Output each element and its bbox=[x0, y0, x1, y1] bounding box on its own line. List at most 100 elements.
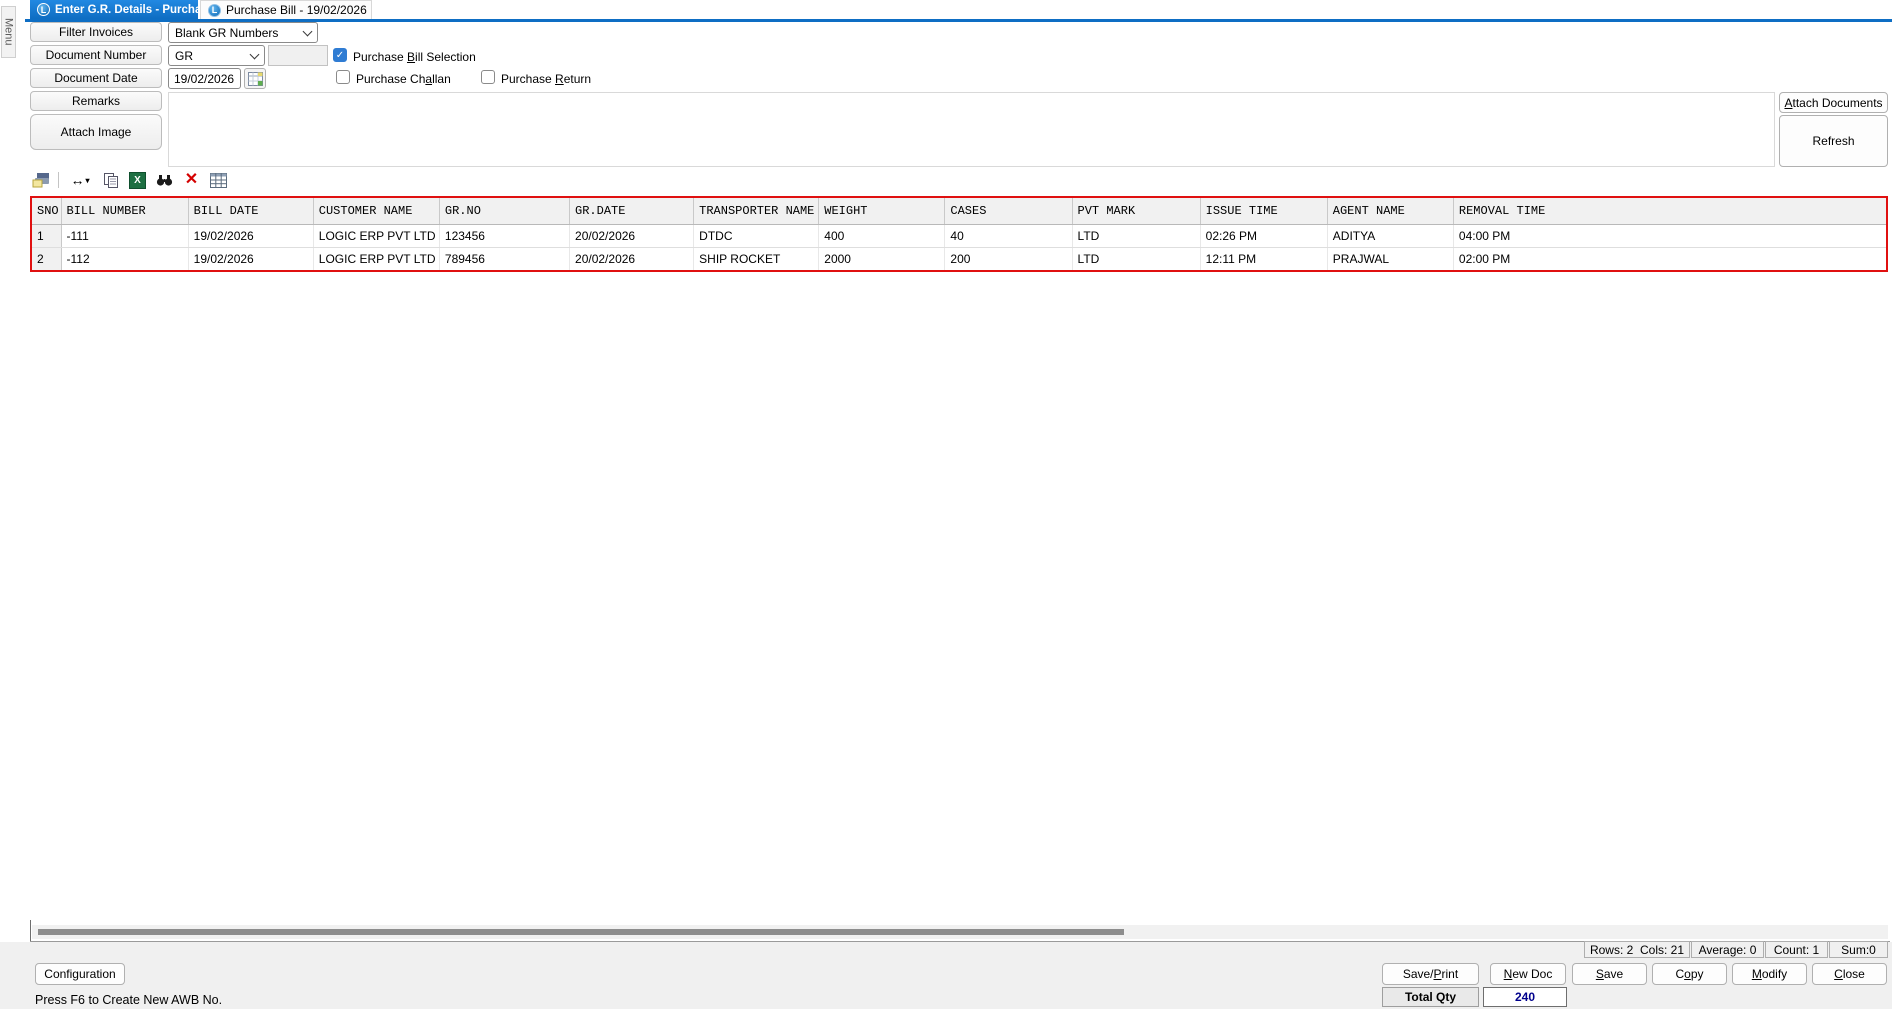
column-header-gr-no[interactable]: GR.NO bbox=[439, 197, 571, 225]
cell-gr-date[interactable]: 20/02/2026 bbox=[569, 247, 695, 271]
scrollbar-thumb[interactable] bbox=[38, 929, 1124, 935]
purchase-return-label: Purchase Return bbox=[501, 72, 592, 86]
delete-row-icon[interactable]: ✕ bbox=[182, 171, 201, 189]
cell-agent-name[interactable]: PRAJWAL bbox=[1327, 247, 1454, 271]
refresh-button[interactable]: Refresh bbox=[1779, 115, 1888, 167]
excel-export-icon[interactable]: X bbox=[128, 171, 147, 189]
column-header-bill-date[interactable]: BILL DATE bbox=[188, 197, 314, 225]
cell-bill-date[interactable]: 19/02/2026 bbox=[188, 224, 314, 248]
check-icon: ✓ bbox=[335, 49, 345, 61]
cell-gr-no[interactable]: 123456 bbox=[439, 224, 571, 248]
document-date-input[interactable] bbox=[168, 68, 241, 89]
cell-transporter-name[interactable]: DTDC bbox=[693, 224, 820, 248]
table-row: 2 -112 19/02/2026 LOGIC ERP PVT LTD 7894… bbox=[31, 247, 1887, 271]
horizontal-scrollbar[interactable] bbox=[32, 925, 1888, 939]
grid-columns-icon[interactable] bbox=[209, 171, 228, 189]
new-doc-button[interactable]: New Doc bbox=[1490, 963, 1566, 985]
cell-gr-date[interactable]: 20/02/2026 bbox=[569, 224, 695, 248]
tab-enter-gr-details[interactable]: L Enter G.R. Details - Purchase ✕ bbox=[30, 0, 198, 19]
column-header-cases[interactable]: CASES bbox=[944, 197, 1073, 225]
configuration-button[interactable]: Configuration bbox=[35, 963, 125, 985]
cell-cases[interactable]: 40 bbox=[944, 224, 1073, 248]
cell-removal-time[interactable]: 04:00 PM bbox=[1453, 224, 1887, 248]
status-sum: Sum:0 bbox=[1829, 941, 1888, 958]
column-header-weight[interactable]: WEIGHT bbox=[818, 197, 946, 225]
cell-weight[interactable]: 2000 bbox=[818, 247, 946, 271]
cell-pvt-mark[interactable]: LTD bbox=[1072, 224, 1201, 248]
purchase-challan-label: Purchase Challan bbox=[356, 72, 451, 86]
cell-bill-date[interactable]: 19/02/2026 bbox=[188, 247, 314, 271]
document-number-value: GR bbox=[175, 48, 193, 63]
cell-customer-name[interactable]: LOGIC ERP PVT LTD bbox=[313, 247, 440, 271]
tab-bar: L Enter G.R. Details - Purchase ✕ L Purc… bbox=[0, 0, 1892, 19]
total-qty-label: Total Qty bbox=[1382, 987, 1479, 1007]
calendar-button[interactable] bbox=[244, 68, 266, 89]
tab-title: Enter G.R. Details - Purchase bbox=[55, 3, 198, 16]
cell-agent-name[interactable]: ADITYA bbox=[1327, 224, 1454, 248]
calendar-icon bbox=[247, 71, 263, 86]
status-rows-cols: Rows: 2 Cols: 21 bbox=[1584, 941, 1690, 958]
tab-purchase-bill[interactable]: L Purchase Bill - 19/02/2026 ... bbox=[200, 0, 372, 19]
status-count: Count: 1 bbox=[1765, 941, 1828, 958]
column-width-icon[interactable]: ↔ ▾ bbox=[67, 171, 93, 189]
attach-image-button[interactable]: Attach Image bbox=[30, 114, 162, 150]
column-header-removal-time[interactable]: REMOVAL TIME bbox=[1453, 197, 1887, 225]
save-print-button[interactable]: Save/Print bbox=[1382, 963, 1479, 985]
logic-erp-logo-icon: L bbox=[37, 3, 50, 16]
filter-invoices-value: Blank GR Numbers bbox=[175, 25, 279, 40]
find-icon[interactable] bbox=[155, 171, 174, 189]
chevron-down-icon bbox=[249, 49, 260, 59]
f6-hint-text: Press F6 to Create New AWB No. bbox=[35, 993, 223, 1007]
cell-customer-name[interactable]: LOGIC ERP PVT LTD bbox=[313, 224, 440, 248]
document-number-secondary-field bbox=[268, 45, 328, 66]
close-button[interactable]: Close bbox=[1812, 963, 1887, 985]
logic-erp-logo-icon: L bbox=[208, 3, 221, 17]
purchase-return-checkbox[interactable] bbox=[481, 70, 495, 84]
chevron-down-icon bbox=[302, 26, 313, 36]
cell-issue-time[interactable]: 12:11 PM bbox=[1200, 247, 1328, 271]
menu-sidebar-tab[interactable]: Menu bbox=[1, 6, 16, 58]
remarks-label: Remarks bbox=[30, 91, 162, 111]
column-header-pvt-mark[interactable]: PVT MARK bbox=[1072, 197, 1201, 225]
copy-icon[interactable] bbox=[101, 171, 120, 189]
grid-viewport-left-edge bbox=[30, 920, 31, 942]
copy-button[interactable]: Copy bbox=[1652, 963, 1727, 985]
filter-invoices-label: Filter Invoices bbox=[30, 22, 162, 42]
cell-sno[interactable]: 1 bbox=[31, 224, 62, 248]
filter-invoices-dropdown[interactable]: Blank GR Numbers bbox=[168, 22, 318, 43]
grid-header-row: SNO. BILL NUMBER BILL DATE CUSTOMER NAME… bbox=[31, 197, 1887, 225]
cell-gr-no[interactable]: 789456 bbox=[439, 247, 571, 271]
remarks-input[interactable] bbox=[168, 92, 1775, 167]
cell-removal-time[interactable]: 02:00 PM bbox=[1453, 247, 1887, 271]
cell-pvt-mark[interactable]: LTD bbox=[1072, 247, 1201, 271]
purchase-bill-selection-label: Purchase Bill Selection bbox=[353, 50, 476, 64]
status-average: Average: 0 bbox=[1691, 941, 1764, 958]
grid-toolbar: ↔ ▾ X ✕ bbox=[31, 169, 228, 191]
document-number-dropdown[interactable]: GR bbox=[168, 45, 265, 66]
column-header-gr-date[interactable]: GR.DATE bbox=[569, 197, 695, 225]
cell-bill-number[interactable]: -111 bbox=[61, 224, 189, 248]
column-header-agent-name[interactable]: AGENT NAME bbox=[1327, 197, 1454, 225]
attach-documents-button[interactable]: Attach Documents bbox=[1779, 92, 1888, 113]
total-qty-value: 240 bbox=[1483, 987, 1567, 1007]
print-icon[interactable] bbox=[31, 171, 50, 189]
column-header-transporter-name[interactable]: TRANSPORTER NAME bbox=[693, 197, 820, 225]
cell-weight[interactable]: 400 bbox=[818, 224, 946, 248]
column-header-customer-name[interactable]: CUSTOMER NAME bbox=[313, 197, 440, 225]
cell-issue-time[interactable]: 02:26 PM bbox=[1200, 224, 1328, 248]
column-header-sno[interactable]: SNO. bbox=[31, 197, 62, 225]
purchase-challan-checkbox[interactable] bbox=[336, 70, 350, 84]
column-header-bill-number[interactable]: BILL NUMBER bbox=[61, 197, 189, 225]
modify-button[interactable]: Modify bbox=[1732, 963, 1807, 985]
purchase-bill-selection-checkbox[interactable]: ✓ bbox=[333, 48, 347, 62]
tab-title: Purchase Bill - 19/02/2026 ... bbox=[226, 3, 372, 17]
gr-details-grid: SNO. BILL NUMBER BILL DATE CUSTOMER NAME… bbox=[30, 196, 1888, 272]
table-row: 1 -111 19/02/2026 LOGIC ERP PVT LTD 1234… bbox=[31, 224, 1887, 248]
cell-sno[interactable]: 2 bbox=[31, 247, 62, 271]
save-button[interactable]: Save bbox=[1572, 963, 1647, 985]
cell-transporter-name[interactable]: SHIP ROCKET bbox=[693, 247, 820, 271]
column-header-issue-time[interactable]: ISSUE TIME bbox=[1200, 197, 1328, 225]
cell-cases[interactable]: 200 bbox=[944, 247, 1073, 271]
cell-bill-number[interactable]: -112 bbox=[61, 247, 189, 271]
document-date-label: Document Date bbox=[30, 68, 162, 88]
